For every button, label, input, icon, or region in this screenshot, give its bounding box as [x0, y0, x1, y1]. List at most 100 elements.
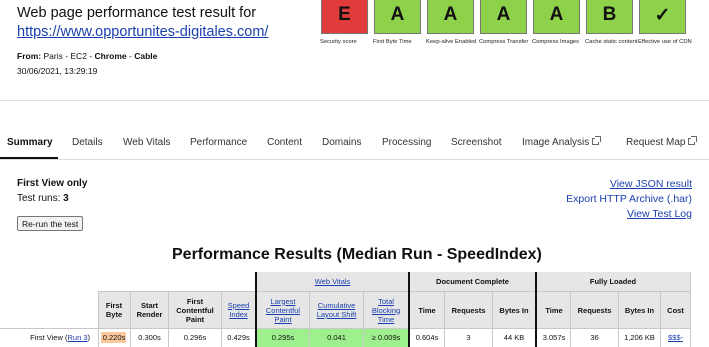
tab-web-vitals[interactable]: Web Vitals [123, 137, 170, 148]
cell-lcp: 0.295s [271, 333, 295, 342]
col-fl-bytes: Bytes In [624, 305, 655, 315]
cell-dc-requests: 3 [466, 333, 471, 342]
row-label-text: First View [30, 333, 63, 342]
web-vitals-group-link[interactable]: Web Vitals [256, 272, 409, 291]
col-dc-requests: Requests [451, 305, 486, 315]
grid-line [309, 291, 310, 347]
cell-first-byte: 0.220s [102, 333, 126, 342]
header-divider [0, 100, 709, 101]
group-divider [255, 272, 257, 347]
tabs-divider [0, 159, 709, 160]
col-fl-requests: Requests [577, 305, 612, 315]
col-dc-time: Time [418, 305, 436, 315]
grade-label: Security score [320, 39, 357, 45]
grade-label: First Byte Time [373, 39, 412, 45]
grid-line [690, 272, 691, 347]
cell-cls: 0.041 [327, 333, 346, 342]
test-runs: Test runs: 3 [17, 193, 69, 204]
tested-url-link[interactable]: https://www.opportunites-digitales.com/ [17, 24, 268, 40]
row-label: First View (Run 3) [30, 333, 90, 342]
tab-processing[interactable]: Processing [382, 137, 431, 148]
tab-screenshot[interactable]: Screenshot [451, 137, 502, 148]
first-byte-grade[interactable]: A [374, 0, 421, 34]
export-har-link[interactable]: Export HTTP Archive (.har) [566, 192, 692, 207]
cell-fl-requests: 36 [590, 333, 599, 342]
cell-dc-time: 0.604s [415, 333, 439, 342]
run-link[interactable]: Run 3 [67, 333, 87, 342]
grid-line [618, 291, 619, 347]
grade-label: Effective use of CDN [638, 39, 692, 45]
cdn-grade[interactable]: ✓ [639, 0, 686, 34]
col-lcp-link[interactable]: Largest Contentful Paint [257, 292, 309, 328]
col-first-contentful-paint: First Contentful Paint [176, 296, 214, 324]
page-heading: Web page performance test result for [17, 5, 257, 21]
cell-start-render: 0.300s [138, 333, 161, 342]
col-speed-index-link[interactable]: Speed Index [222, 292, 255, 328]
view-test-log-link[interactable]: View Test Log [566, 207, 692, 222]
result-tabs: Summary Details Web Vitals Performance C… [0, 129, 709, 160]
from-label: From: [17, 51, 42, 61]
cell-fl-time: 3.057s [542, 333, 566, 342]
grade-summary: E Security score A First Byte Time A Kee… [318, 0, 698, 66]
performance-table: Web Vitals Document Complete Fully Loade… [0, 272, 709, 347]
grade-label: Keep-alive Enabled [426, 39, 477, 45]
external-link-icon [592, 136, 602, 145]
col-fl-time: Time [545, 305, 563, 315]
cell-speed-index: 0.429s [227, 333, 250, 342]
cache-static-grade[interactable]: B [586, 0, 633, 34]
grid-line [98, 291, 690, 292]
tab-content[interactable]: Content [267, 137, 302, 148]
connection-text: Cable [134, 51, 158, 61]
grade-label: Cache static content [585, 39, 638, 45]
result-links: View JSON result Export HTTP Archive (.h… [566, 177, 692, 222]
document-complete-group: Document Complete [436, 277, 509, 286]
security-grade[interactable]: E [321, 0, 368, 34]
tab-domains[interactable]: Domains [322, 137, 361, 148]
tab-image-analysis-label: Image Analysis [522, 137, 590, 148]
col-dc-bytes: Bytes In [499, 305, 529, 315]
cost-link[interactable]: $$$- [661, 328, 690, 347]
test-runs-value: 3 [63, 193, 69, 204]
grid-line [98, 291, 99, 347]
compress-transfer-grade[interactable]: A [480, 0, 527, 34]
grid-line [570, 291, 571, 347]
cell-fcp: 0.296s [183, 333, 207, 342]
checkmark-icon: ✓ [654, 4, 671, 26]
cell-tbt: ≥ 0.009s [371, 333, 401, 342]
grade-label: Compress Transfer [479, 39, 529, 45]
view-json-link[interactable]: View JSON result [566, 177, 692, 192]
tab-request-map[interactable]: Request Map [626, 136, 698, 148]
grid-line [221, 291, 222, 347]
grid-line [660, 291, 661, 347]
test-runs-label: Test runs: [17, 193, 61, 204]
cell-dc-bytes: 44 KB [503, 333, 525, 342]
browser-text: Chrome [94, 51, 127, 61]
tab-performance[interactable]: Performance [190, 137, 247, 148]
grid-line [444, 291, 445, 347]
grid-line [363, 291, 364, 347]
col-start-render: Start Render [136, 301, 163, 319]
grade-label: Compress Images [532, 39, 580, 45]
tab-details[interactable]: Details [72, 137, 103, 148]
keep-alive-grade[interactable]: A [427, 0, 474, 34]
col-cost: Cost [667, 305, 684, 315]
tab-summary[interactable]: Summary [7, 137, 53, 148]
compress-images-grade[interactable]: A [533, 0, 580, 34]
group-divider [535, 272, 537, 347]
fully-loaded-group: Fully Loaded [589, 277, 637, 286]
tab-image-analysis[interactable]: Image Analysis [522, 136, 602, 148]
col-cls-link[interactable]: Cumulative Layout Shift [310, 292, 363, 328]
cell-fl-bytes: 1,206 KB [624, 333, 655, 342]
test-location: From: Paris - EC2 - Chrome - Cable [17, 51, 157, 61]
first-view-only-label: First View only [17, 178, 88, 189]
grid-line [492, 291, 493, 347]
col-tbt-link[interactable]: Total Blocking Time [364, 292, 408, 328]
group-divider [408, 272, 410, 347]
performance-results-title: Performance Results (Median Run - SpeedI… [172, 246, 542, 263]
grid-line [168, 291, 169, 347]
rerun-test-button[interactable]: Re-run the test [17, 216, 84, 231]
separator-text: - [129, 51, 132, 61]
test-date: 30/06/2021, 13:29:19 [17, 66, 98, 76]
col-first-byte: First Byte [105, 301, 123, 319]
external-link-icon [688, 136, 698, 145]
